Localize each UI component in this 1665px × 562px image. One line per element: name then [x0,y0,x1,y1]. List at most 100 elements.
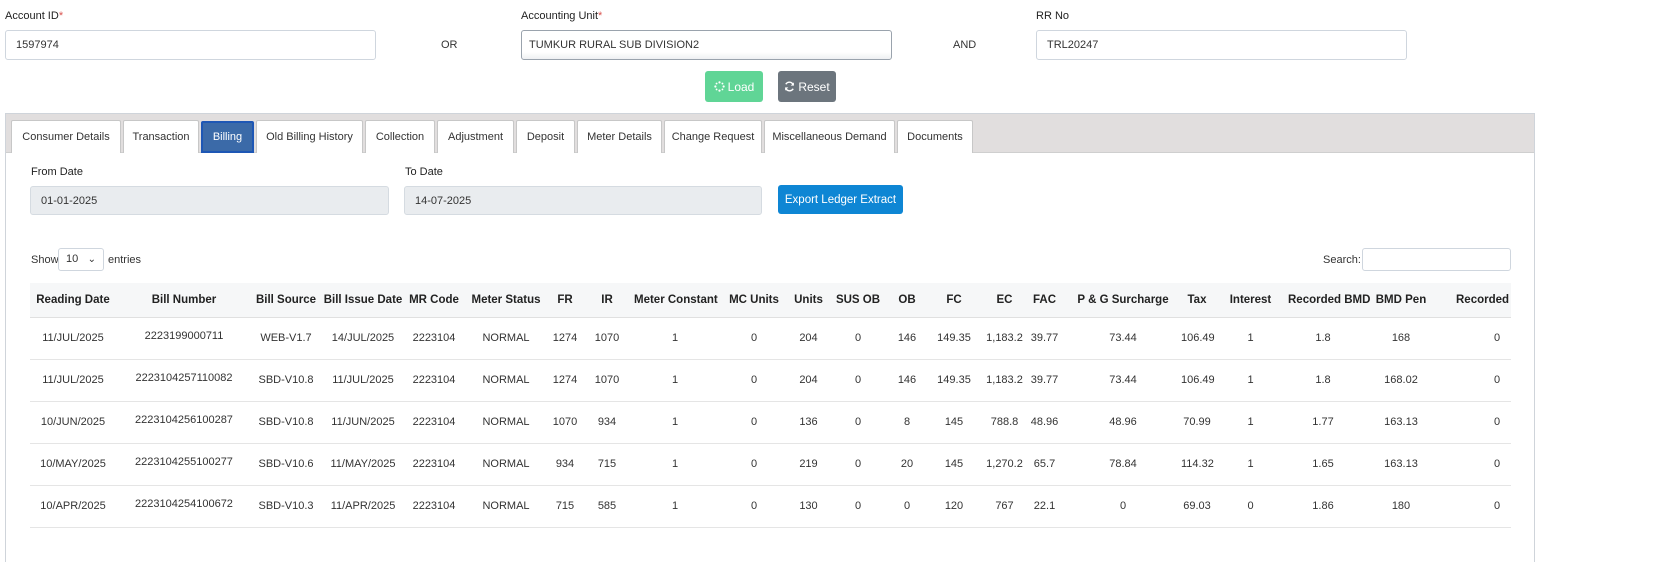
table-cell: 0 [825,485,891,528]
table-cell: 70.99 [1181,401,1213,444]
table-cell: 1,270.2 [985,443,1024,486]
accounting-unit-select[interactable]: TUMKUR RURAL SUB DIVISION2 [521,30,892,60]
table-cell: 2223104256100287 [116,401,252,444]
tab-adjustment[interactable]: Adjustment [437,120,514,153]
table-cell: 130 [792,485,825,528]
or-separator: OR [441,39,458,51]
rr-no-label: RR No [1036,10,1070,22]
column-header[interactable]: Bill Issue Date [320,283,406,318]
table-cell: 0 [891,485,923,528]
table-cell: 11/MAY/2025 [320,443,406,486]
entries-select[interactable]: 10 ⌄ [58,248,104,271]
table-cell: 1.65 [1288,443,1358,486]
table-cell: 1070 [550,401,580,444]
column-header[interactable]: Bill Source [252,283,320,318]
tab-change-request[interactable]: Change Request [664,120,762,153]
table-cell: 120 [923,485,985,528]
reset-button[interactable]: Reset [778,71,836,102]
column-header[interactable]: Reading Date [30,283,116,318]
show-label: Show [31,254,59,266]
table-cell: 73.44 [1065,317,1181,360]
column-header[interactable]: MR Code [406,283,462,318]
column-header[interactable]: Units [792,283,825,318]
tab-bar: Consumer Details Transaction Billing Old… [6,114,1534,153]
tab-meter-details[interactable]: Meter Details [577,120,662,153]
column-header[interactable]: Recorded BMD [1288,283,1370,318]
column-header[interactable]: Meter Constant [634,283,718,318]
to-date-input[interactable]: 14-07-2025 [404,186,762,215]
table-cell: 0 [716,443,792,486]
table-cell: 114.32 [1181,443,1214,486]
account-id-input[interactable]: 1597974 [5,30,376,60]
table-cell: 1.8 [1288,359,1358,402]
table-cell: 10/MAY/2025 [30,443,116,486]
column-header[interactable]: Meter Status [462,283,550,318]
column-header[interactable]: OB [891,283,923,318]
column-header[interactable]: SUS OB [825,283,891,318]
table-cell: 0 [1444,359,1511,402]
to-date-label: To Date [405,166,443,178]
column-header[interactable]: IR [580,283,634,318]
table-cell: 0 [825,359,891,402]
search-input[interactable] [1362,248,1511,271]
table-cell: 0 [716,317,792,360]
tab-documents[interactable]: Documents [897,120,973,153]
table-cell: 0 [1444,401,1511,444]
table-cell: 1,183.2 [985,317,1024,360]
table-cell: 145 [923,443,985,486]
table-cell: 0 [716,485,792,528]
tab-old-billing-history[interactable]: Old Billing History [256,120,363,153]
table-row: 10/JUN/2025 2223104256100287 SBD-V10.8 11/J… [30,401,1511,444]
column-header[interactable]: P & G Surcharge [1065,283,1181,318]
column-header[interactable]: Recorded PF [1444,283,1511,318]
table-cell: 10/APR/2025 [30,485,116,528]
export-ledger-extract-button[interactable]: Export Ledger Extract [778,185,903,214]
table-row: 10/APR/2025 2223104254100672 SBD-V10.3 11/A… [30,485,1511,528]
table-cell: 11/JUL/2025 [320,359,406,402]
column-header[interactable]: Tax [1181,283,1213,318]
tab-miscellaneous-demand[interactable]: Miscellaneous Demand [764,120,895,153]
column-header[interactable]: BMD Pen [1358,283,1444,318]
load-button[interactable]: Load [705,71,763,102]
billing-table-wrapper[interactable]: Reading Date Bill Number Bill Source Bil… [30,283,1511,562]
column-header[interactable]: FC [923,283,985,318]
tab-transaction[interactable]: Transaction [123,120,199,153]
table-cell: 1070 [580,359,634,402]
spinner-icon [713,81,725,92]
table-cell: SBD-V10.3 [252,485,320,528]
tab-collection[interactable]: Collection [365,120,435,153]
tab-billing[interactable]: Billing [201,121,254,153]
accounting-unit-label: Accounting Unit* [521,10,603,22]
table-cell: NORMAL [462,443,550,486]
from-date-input[interactable]: 01-01-2025 [30,186,389,215]
column-header[interactable]: MC Units [716,283,792,318]
column-header[interactable]: Interest [1213,283,1288,318]
table-cell: 0 [716,401,792,444]
table-cell: 0 [825,401,891,444]
column-header[interactable]: FR [550,283,580,318]
table-cell: 2223199000711 [116,317,252,360]
table-cell: 39.77 [1024,359,1065,402]
tab-consumer-details[interactable]: Consumer Details [11,120,121,153]
table-cell: 0 [1444,317,1511,360]
table-cell: 0 [1065,485,1181,528]
table-cell: NORMAL [462,359,550,402]
table-cell: 2223104255100277 [116,443,252,486]
column-header[interactable]: Bill Number [116,283,252,318]
table-cell: 1.77 [1288,401,1358,444]
table-cell: 204 [792,359,825,402]
rr-no-input[interactable]: TRL20247 [1036,30,1407,60]
table-cell: 788.8 [985,401,1024,444]
column-header[interactable]: FAC [1024,283,1065,318]
table-cell: NORMAL [462,401,550,444]
tab-deposit[interactable]: Deposit [516,120,575,153]
table-cell: 1 [1213,443,1288,486]
table-cell: 1 [634,317,716,360]
table-cell: 8 [891,401,923,444]
table-cell: 180 [1358,485,1444,528]
column-header[interactable]: EC [985,283,1024,318]
load-label: Load [727,79,755,94]
table-cell: 39.77 [1024,317,1065,360]
table-cell: 0 [716,359,792,402]
table-cell: 48.96 [1024,401,1065,444]
